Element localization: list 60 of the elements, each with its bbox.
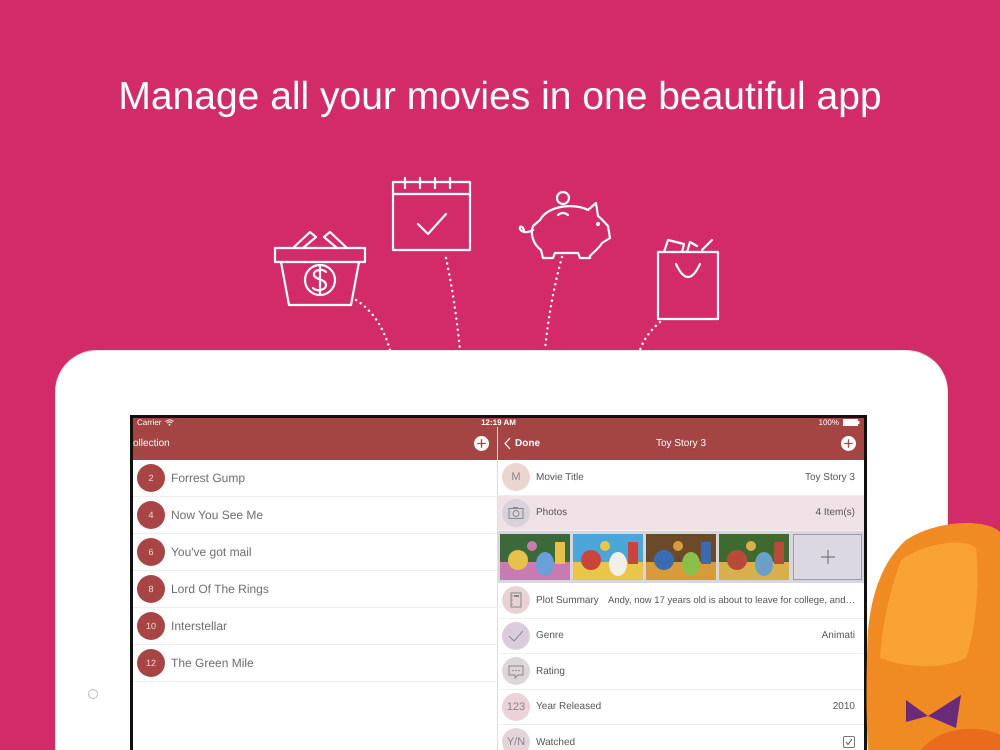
speech-bubble-icon bbox=[502, 657, 530, 686]
field-value: 2010 bbox=[832, 701, 855, 712]
movie-row[interactable]: 12 The Green Mile bbox=[133, 645, 497, 682]
checkmark-icon bbox=[502, 622, 530, 650]
carrier-label: Carrier bbox=[137, 418, 162, 427]
field-label: Genre bbox=[536, 630, 564, 642]
calendar-icon bbox=[392, 176, 472, 252]
movie-title: You've got mail bbox=[171, 545, 252, 559]
field-badge: Y/N bbox=[502, 728, 530, 750]
movie-title: Lord Of The Rings bbox=[171, 582, 269, 596]
field-row[interactable]: 123 Year Released 2010 bbox=[498, 690, 864, 725]
movie-number: 2 bbox=[137, 464, 165, 492]
back-chevron-icon bbox=[504, 437, 511, 450]
battery-icon bbox=[843, 419, 860, 426]
field-label: Movie Title bbox=[536, 472, 584, 483]
field-badge: 123 bbox=[502, 692, 530, 721]
field-label: Plot Summary bbox=[536, 594, 599, 606]
nav-title: ollection bbox=[133, 438, 171, 449]
field-value: Animati bbox=[822, 630, 855, 642]
battery-percent: 100% bbox=[818, 418, 839, 427]
movie-row[interactable]: 2 Forrest Gump bbox=[133, 460, 497, 497]
piggy-bank-icon bbox=[518, 190, 612, 260]
wifi-icon bbox=[165, 419, 174, 426]
movie-number: 4 bbox=[137, 501, 165, 529]
movie-title: Interstellar bbox=[171, 619, 228, 633]
add-icon[interactable] bbox=[474, 436, 489, 451]
checkbox[interactable] bbox=[843, 736, 855, 748]
field-value: Toy Story 3 bbox=[804, 472, 855, 483]
plus-icon bbox=[820, 549, 836, 565]
movie-row[interactable]: 8 Lord Of The Rings bbox=[133, 571, 497, 608]
field-label: Rating bbox=[536, 666, 565, 677]
field-value: Andy, now 17 years old is about to leave for college, and… bbox=[608, 594, 855, 606]
movie-row[interactable]: 6 You've got mail bbox=[133, 534, 497, 571]
field-label: Watched bbox=[536, 736, 576, 748]
movie-title: Forrest Gump bbox=[171, 471, 246, 485]
add-icon[interactable] bbox=[841, 436, 856, 451]
field-row[interactable]: Y/N Watched bbox=[498, 725, 864, 750]
movie-row[interactable]: 4 Now You See Me bbox=[133, 497, 497, 534]
field-row[interactable]: Plot Summary Andy, now 17 years old is about to leave for college, and… bbox=[498, 583, 864, 618]
nav-title: Toy Story 3 bbox=[656, 438, 706, 449]
back-button[interactable]: Done bbox=[498, 436, 546, 451]
field-badge: M bbox=[502, 463, 530, 492]
field-row[interactable]: Rating bbox=[498, 654, 864, 690]
movie-number: 10 bbox=[137, 612, 165, 640]
field-row[interactable]: Photos 4 Item(s) bbox=[498, 496, 864, 531]
movie-number: 6 bbox=[137, 538, 165, 566]
movie-row[interactable]: 10 Interstellar bbox=[133, 608, 497, 645]
field-row[interactable]: Genre Animati bbox=[498, 618, 864, 654]
field-label: Year Released bbox=[536, 701, 602, 712]
field-label: Photos bbox=[536, 507, 568, 518]
movie-title: The Green Mile bbox=[171, 656, 254, 670]
status-time: 12:19 AM bbox=[481, 418, 516, 427]
field-value: 4 Item(s) bbox=[816, 507, 855, 518]
movie-title: Now You See Me bbox=[171, 508, 264, 522]
shopping-bag-icon bbox=[656, 238, 720, 320]
movie-number: 12 bbox=[137, 649, 165, 677]
headline: Manage all your movies in one beautiful app bbox=[117, 74, 883, 120]
shopping-basket-icon bbox=[274, 230, 366, 306]
notebook-icon bbox=[502, 586, 530, 614]
movie-number: 8 bbox=[137, 575, 165, 603]
